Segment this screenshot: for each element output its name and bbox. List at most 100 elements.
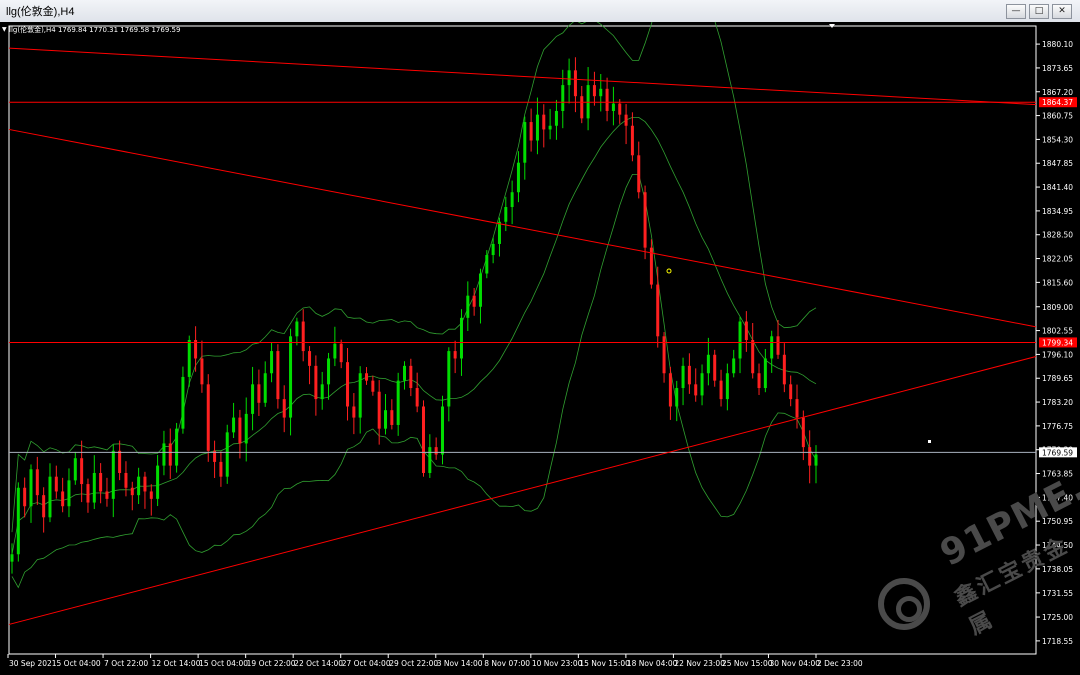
price-label: 1799.34 [1042, 338, 1073, 347]
watermark-logo-icon [878, 578, 930, 630]
minimize-button[interactable]: — [1006, 4, 1026, 19]
price-label: 1769.59 [1042, 448, 1073, 457]
candle-body [35, 469, 39, 496]
price-label: 1864.37 [1042, 98, 1073, 107]
candle-body [681, 365, 685, 389]
candle-body [599, 88, 603, 97]
candle-body [333, 343, 337, 359]
x-tick-label: 22 Nov 23:00 [674, 659, 725, 668]
candle-body [459, 317, 463, 359]
candle-body [358, 373, 362, 418]
candle-body [105, 491, 109, 499]
candle-body [225, 432, 229, 477]
candle-body [289, 336, 293, 418]
candle-body [54, 476, 58, 492]
candle-body [516, 162, 520, 193]
y-tick-label: 1873.65 [1042, 64, 1073, 73]
candle-body [548, 125, 552, 130]
candle-body [409, 365, 413, 389]
x-tick-label: 29 Oct 22:00 [389, 659, 438, 668]
price-chart[interactable]: 1880.10 1873.65 1867.20 1860.75 1854.30 1847.… [0, 22, 1080, 675]
candle-body [282, 399, 286, 418]
candle-body [472, 295, 476, 307]
candle-body [10, 554, 14, 562]
candle-body [377, 391, 381, 429]
candle-body [270, 351, 274, 374]
candle-body [675, 388, 679, 407]
y-tick-label: 1802.55 [1042, 327, 1073, 336]
candle-body [637, 155, 641, 193]
x-tick-label: 18 Nov 04:00 [627, 659, 678, 668]
candle-body [86, 484, 90, 503]
candle-body [48, 476, 52, 518]
candle-body [238, 417, 242, 444]
x-tick-label: 19 Oct 22:00 [247, 659, 296, 668]
candle-body [415, 388, 419, 407]
candle-body [719, 380, 723, 400]
bollinger-upper [11, 22, 817, 533]
candle-body [763, 358, 767, 389]
candle-body [428, 447, 432, 473]
candle-body [308, 351, 312, 366]
x-tick-label: 30 Nov 04:00 [769, 659, 820, 668]
x-tick-label: 15 Oct 04:00 [199, 659, 248, 668]
x-tick-label: 7 Oct 22:00 [104, 659, 148, 668]
candle-body [16, 487, 20, 555]
candle-body [656, 284, 660, 337]
candle-body [346, 362, 350, 407]
candle-body [808, 447, 812, 466]
candle-body [491, 243, 495, 256]
candle-body [523, 122, 527, 163]
candle-body [137, 476, 141, 496]
quote-line: llg(伦敦金),H4 1769.84 1770.31 1769.58 1769… [9, 26, 181, 34]
candle-body [580, 96, 584, 119]
y-tick-label: 1867.20 [1042, 88, 1073, 97]
candle-body [149, 491, 153, 499]
collapse-arrow-icon[interactable]: ▼ [2, 26, 7, 33]
candle-body [168, 443, 172, 466]
candle-body [263, 373, 267, 403]
candle-body [504, 207, 508, 222]
y-tick-label: 1809.00 [1042, 303, 1073, 312]
y-tick-label: 1854.30 [1042, 135, 1073, 144]
x-tick-label: 5 Oct 04:00 [57, 659, 101, 668]
candle-body [485, 255, 489, 274]
marker [928, 440, 931, 443]
terminal-window: llg(伦敦金),H4 — □ ✕ 1880.10 1873.65 1867.20 1… [0, 0, 1080, 675]
candle-body [713, 354, 717, 381]
y-tick-label: 1783.20 [1042, 398, 1073, 407]
candle-body [744, 321, 748, 340]
x-tick-label: 27 Oct 04:00 [342, 659, 391, 668]
candle-body [130, 487, 134, 496]
candle-body [814, 454, 818, 466]
candle-body [497, 221, 501, 244]
candle-body [605, 88, 609, 111]
candle-body [668, 373, 672, 407]
candle-body [440, 406, 444, 455]
candle-body [801, 417, 805, 448]
candle-body [232, 417, 236, 433]
candle-body [124, 472, 128, 488]
candle-body [80, 458, 84, 485]
candle-body [244, 413, 248, 444]
candle-body [396, 380, 400, 425]
candle-body [257, 384, 261, 403]
candle-body [99, 472, 103, 492]
candle-body [466, 295, 470, 318]
candle-body [181, 376, 185, 429]
candle-body [143, 476, 147, 492]
candle-body [42, 495, 46, 518]
y-tick-label: 1776.75 [1042, 422, 1073, 431]
candle-body [111, 450, 115, 499]
close-button[interactable]: ✕ [1052, 4, 1072, 19]
candle-body [371, 380, 375, 392]
candle-body [434, 447, 438, 455]
candle-body [339, 343, 343, 363]
title-bar[interactable]: llg(伦敦金),H4 — □ ✕ [0, 0, 1080, 23]
y-tick-label: 1718.55 [1042, 637, 1073, 646]
candle-body [624, 114, 628, 126]
x-tick-label: 15 Nov 15:00 [579, 659, 630, 668]
candle-body [554, 110, 558, 126]
maximize-button[interactable]: □ [1029, 4, 1049, 19]
candle-body [795, 399, 799, 418]
